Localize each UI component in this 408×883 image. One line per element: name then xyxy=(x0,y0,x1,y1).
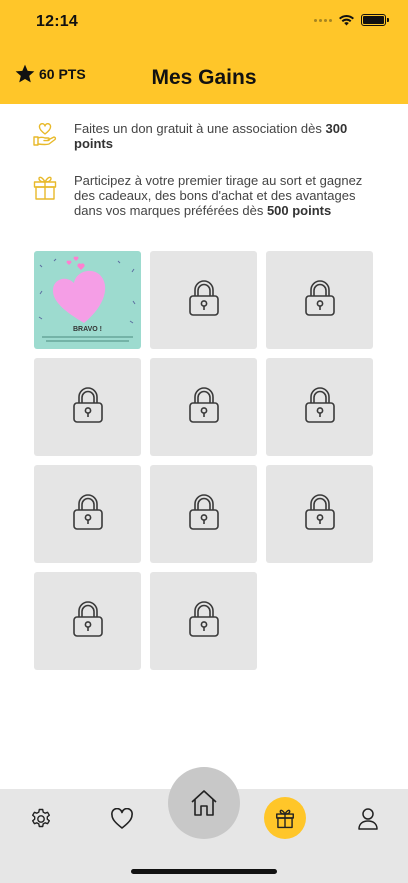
tab-rewards[interactable] xyxy=(264,797,306,839)
reward-caption-line xyxy=(42,336,133,338)
heart-image xyxy=(38,256,136,324)
lock-icon xyxy=(72,493,104,536)
reward-tile-locked[interactable] xyxy=(150,572,257,670)
battery-icon xyxy=(361,14,389,26)
reward-tile-locked[interactable] xyxy=(266,465,373,563)
reward-caption-line xyxy=(46,340,129,342)
info-donation-text: Faites un don gratuit à une association … xyxy=(74,121,348,151)
status-icons xyxy=(314,14,389,26)
info-draw-points: 500 points xyxy=(266,203,332,218)
tab-home[interactable] xyxy=(168,767,240,839)
lock-icon xyxy=(188,600,220,643)
lock-icon xyxy=(304,386,336,429)
info-draw: Participez à votre premier tirage au sor… xyxy=(32,173,372,218)
tab-favorites[interactable] xyxy=(109,806,135,832)
reward-tile-locked[interactable] xyxy=(150,465,257,563)
lock-icon xyxy=(188,279,220,322)
hand-heart-icon xyxy=(32,121,58,152)
reward-tile-locked[interactable] xyxy=(150,251,257,349)
info-draw-text: Participez à votre premier tirage au sor… xyxy=(74,173,363,218)
wifi-icon xyxy=(339,14,354,26)
lock-icon xyxy=(304,279,336,322)
reward-tile-locked[interactable] xyxy=(266,251,373,349)
tab-settings[interactable] xyxy=(28,806,54,832)
reward-tile-locked[interactable] xyxy=(266,358,373,456)
reward-tile-locked[interactable] xyxy=(34,358,141,456)
lock-icon xyxy=(188,386,220,429)
reward-tile-unlocked[interactable]: BRAVO ! xyxy=(34,251,141,349)
home-icon xyxy=(191,790,217,816)
lock-icon xyxy=(188,493,220,536)
header: 12:14 60 PTS Mes Gains xyxy=(0,0,408,104)
reward-tile-locked[interactable] xyxy=(150,358,257,456)
status-time: 12:14 xyxy=(36,13,78,30)
signal-icon xyxy=(314,18,332,22)
screen: 12:14 60 PTS Mes Gains Faites un don gra… xyxy=(0,0,408,883)
info-donation: Faites un don gratuit à une association … xyxy=(32,121,372,152)
rewards-grid: BRAVO ! xyxy=(34,251,374,670)
settings-icon xyxy=(32,808,50,828)
reward-label: BRAVO ! xyxy=(72,326,103,333)
reward-tile-locked[interactable] xyxy=(34,572,141,670)
lock-icon xyxy=(72,386,104,429)
gift-icon xyxy=(32,173,58,218)
heart-icon xyxy=(111,808,133,829)
tab-profile[interactable] xyxy=(355,806,381,832)
home-indicator xyxy=(131,869,277,874)
page-title: Mes Gains xyxy=(151,66,257,89)
reward-tile-locked[interactable] xyxy=(34,465,141,563)
gift-icon xyxy=(276,809,294,829)
lock-icon xyxy=(304,493,336,536)
user-icon xyxy=(358,808,378,830)
lock-icon xyxy=(72,600,104,643)
